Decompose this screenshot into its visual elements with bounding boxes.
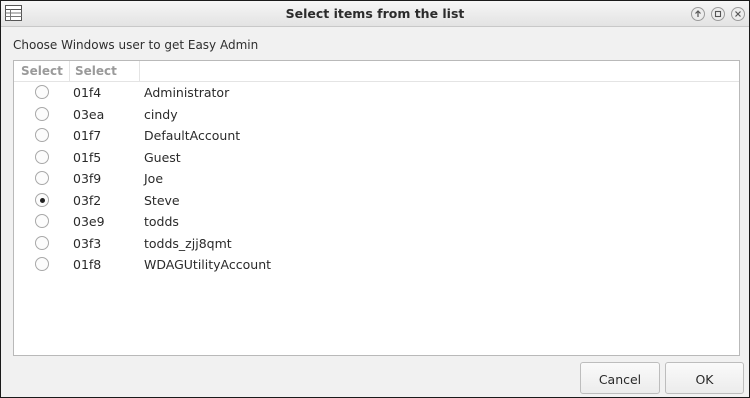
prompt-text: Choose Windows user to get Easy Admin [13,38,259,52]
column-header-select-code[interactable]: Select [75,64,117,78]
column-header-select-radio[interactable]: Select [21,64,63,78]
list-item[interactable]: 03ea cindy [14,105,739,126]
maximize-icon[interactable] [711,7,725,21]
user-code: 03f3 [73,235,102,251]
user-code: 01f7 [73,128,102,143]
user-code: 01f4 [73,85,102,100]
column-divider [139,61,140,81]
radio-button[interactable] [35,85,49,99]
user-name: Guest [144,149,181,165]
user-name: todds [144,214,179,229]
arrow-up-icon[interactable] [691,7,705,21]
ok-button[interactable]: OK [665,362,744,394]
column-divider [69,61,70,81]
radio-button[interactable] [35,235,49,250]
radio-button[interactable] [35,214,49,228]
radio-button[interactable] [35,128,49,142]
list-item[interactable]: 03f2 Steve [14,191,739,212]
dialog-window: Select items from the list Choose Window… [0,0,750,398]
list-item[interactable]: 01f4 Administrator [14,83,739,104]
window-title: Select items from the list [285,6,465,21]
list-item[interactable]: 03f3 todds_zjj8qmt [14,234,739,255]
close-icon[interactable] [731,7,745,21]
cancel-button[interactable]: Cancel [580,362,660,394]
user-code: 01f8 [73,257,102,272]
list-item[interactable]: 01f5 Guest [14,148,739,169]
list-item[interactable]: 03e9 todds [14,212,739,233]
user-name: Joe [144,171,164,186]
user-code: 03e9 [73,214,105,229]
user-name: Administrator [144,85,230,100]
radio-button[interactable] [35,106,49,121]
title-bar[interactable]: Select items from the list [1,1,749,27]
user-name: cindy [144,106,178,122]
user-name: Steve [144,192,180,208]
radio-button[interactable] [35,171,49,185]
radio-button[interactable] [35,192,49,207]
list-item[interactable]: 01f7 DefaultAccount [14,126,739,147]
list-item[interactable]: 01f8 WDAGUtilityAccount [14,255,739,276]
user-code: 03f2 [73,192,102,208]
list-header: Select Select [14,61,739,82]
user-name: WDAGUtilityAccount [144,257,272,272]
user-code: 03ea [73,106,105,122]
radio-button[interactable] [35,149,49,164]
user-name: DefaultAccount [144,128,241,143]
user-code: 01f5 [73,149,102,165]
radio-button[interactable] [35,257,49,271]
user-name: todds_zjj8qmt [144,235,232,251]
user-code: 03f9 [73,171,102,186]
user-list[interactable]: Select Select 01f4 Administrator 03ea ci… [13,60,740,356]
list-item[interactable]: 03f9 Joe [14,169,739,190]
